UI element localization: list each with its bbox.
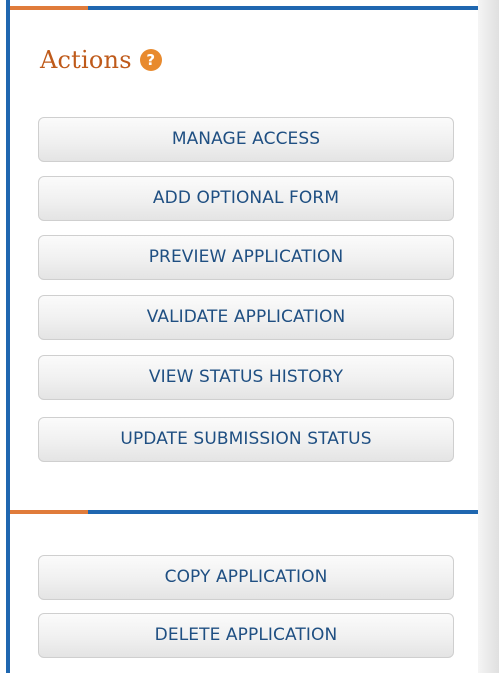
view-status-history-button[interactable]: VIEW STATUS HISTORY (38, 355, 454, 400)
divider-orange-segment (10, 510, 88, 514)
middle-divider (10, 510, 482, 514)
actions-panel: Actions ? MANAGE ACCESS ADD OPTIONAL FOR… (6, 0, 482, 673)
divider-blue-segment (88, 510, 482, 514)
delete-application-button[interactable]: DELETE APPLICATION (38, 613, 454, 658)
divider-orange-segment (10, 6, 88, 10)
divider-blue-segment (88, 6, 482, 10)
top-divider (10, 6, 482, 10)
copy-application-button[interactable]: COPY APPLICATION (38, 555, 454, 600)
actions-header: Actions ? (40, 40, 162, 80)
actions-title: Actions (40, 46, 132, 74)
manage-access-button[interactable]: MANAGE ACCESS (38, 117, 454, 162)
validate-application-button[interactable]: VALIDATE APPLICATION (38, 295, 454, 340)
scrollbar[interactable] (478, 0, 499, 673)
preview-application-button[interactable]: PREVIEW APPLICATION (38, 235, 454, 280)
add-optional-form-button[interactable]: ADD OPTIONAL FORM (38, 176, 454, 221)
update-submission-status-button[interactable]: UPDATE SUBMISSION STATUS (38, 417, 454, 462)
help-icon[interactable]: ? (139, 49, 162, 71)
